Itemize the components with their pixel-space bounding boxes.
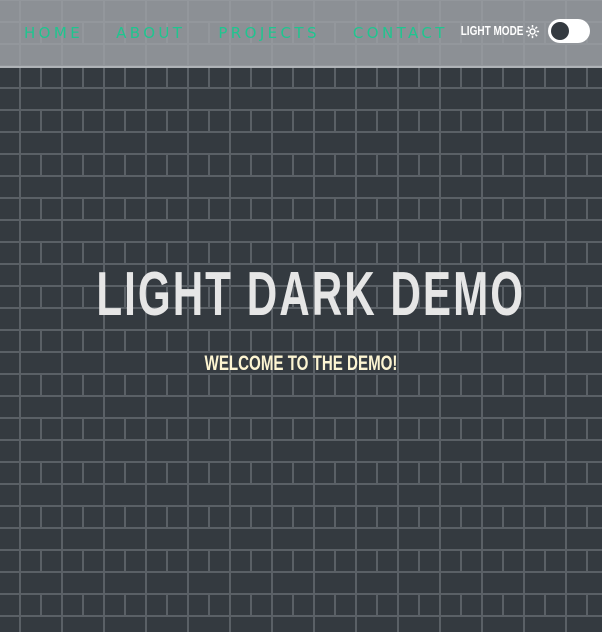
toggle-knob[interactable] xyxy=(551,22,569,40)
gear-icon xyxy=(525,24,540,38)
nav-link-contact[interactable]: CONTACT xyxy=(353,24,448,42)
nav-links: HOME ABOUT PROJECTS CONTACT xyxy=(0,0,481,66)
nav-link-about[interactable]: ABOUT xyxy=(116,24,185,42)
nav-link-home[interactable]: HOME xyxy=(24,24,83,42)
theme-switcher: LIGHT MODE xyxy=(445,19,590,43)
hero-title: LIGHT DARK DEMO xyxy=(96,260,526,329)
nav-link-projects[interactable]: PROJECTS xyxy=(218,24,320,42)
theme-toggle[interactable] xyxy=(548,19,590,43)
mode-label: LIGHT MODE xyxy=(460,24,523,38)
hero-subtitle: WELCOME TO THE DEMO! xyxy=(204,352,398,375)
top-navbar: HOME ABOUT PROJECTS CONTACT LIGHT MODE xyxy=(0,0,602,68)
